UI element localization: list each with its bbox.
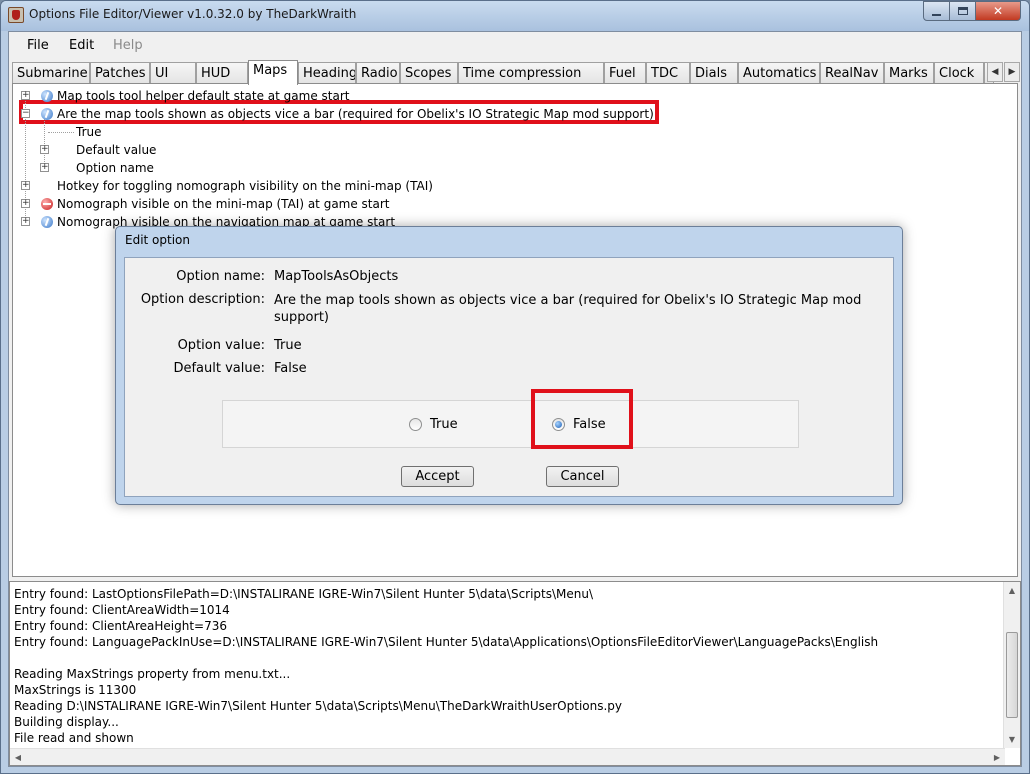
value-radio-group: True False [222, 389, 799, 449]
highlight-box-false [531, 389, 633, 449]
maximize-button[interactable] [949, 1, 976, 21]
log-line: Building display... [14, 715, 119, 729]
info-icon [41, 108, 53, 120]
tab-scopes[interactable]: Scopes [400, 62, 458, 84]
tree-expander-icon[interactable]: + [21, 217, 30, 226]
log-line: Reading MaxStrings property from menu.tx… [14, 667, 291, 681]
tab-scroll-right-button[interactable]: ▶ [1004, 62, 1020, 82]
info-icon [41, 216, 53, 228]
warning-icon [41, 198, 53, 210]
menu-help[interactable]: Help [113, 38, 143, 53]
tree-item[interactable]: Option name [76, 159, 154, 177]
tab-patches[interactable]: Patches [90, 62, 150, 84]
minimize-button[interactable] [923, 1, 950, 21]
log-line: File read and shown [14, 731, 134, 745]
dialog-title: Edit option [125, 233, 190, 247]
tree-expander-icon[interactable]: + [40, 163, 49, 172]
option-name-label: Option name: [176, 269, 265, 284]
tree-item[interactable]: Are the map tools shown as objects vice … [57, 105, 654, 123]
close-icon: ✕ [992, 4, 1004, 18]
tree-item[interactable]: Nomograph visible on the mini-map (TAI) … [57, 195, 390, 213]
scroll-right-icon[interactable]: ▶ [989, 749, 1005, 765]
tab-radio[interactable]: Radio [356, 62, 400, 84]
menu-file[interactable]: File [27, 38, 49, 53]
chevron-left-icon: ◀ [991, 67, 999, 77]
log-line: MaxStrings is 11300 [14, 683, 137, 697]
tab-scroll-left-button[interactable]: ◀ [987, 62, 1003, 82]
radio-true-label: True [430, 417, 458, 432]
menu-edit[interactable]: Edit [69, 38, 94, 53]
tree-item[interactable]: Default value [76, 141, 156, 159]
maximize-icon [957, 7, 968, 15]
application-window: Options File Editor/Viewer v1.0.32.0 by … [0, 0, 1030, 774]
tab-strip: SClockMarksRealNavAutomaticsDialsTDCFuel… [9, 60, 1021, 85]
log-line: Entry found: ClientAreaWidth=1014 [14, 603, 230, 617]
tab-automatics[interactable]: Automatics [738, 62, 820, 84]
default-value: False [274, 361, 307, 376]
tree-expander-icon[interactable]: + [21, 91, 30, 100]
tree-expander-icon[interactable]: + [21, 181, 30, 190]
tab-time-compression[interactable]: Time compression [458, 62, 604, 84]
app-icon [8, 7, 24, 23]
radio-true[interactable]: True [409, 417, 458, 432]
menu-bar: File Edit Help [9, 32, 1021, 60]
chevron-right-icon: ▶ [1008, 67, 1016, 77]
log-line: Entry found: ClientAreaHeight=736 [14, 619, 227, 633]
tab-dials[interactable]: Dials [690, 62, 738, 84]
scroll-down-icon[interactable]: ▼ [1004, 731, 1020, 748]
info-icon [41, 90, 53, 102]
option-value: True [274, 338, 302, 353]
scroll-left-icon[interactable]: ◀ [10, 749, 26, 765]
tree-expander-icon[interactable]: + [40, 145, 49, 154]
log-vertical-scrollbar[interactable]: ▲ ▼ [1003, 582, 1020, 748]
tree-expander-icon[interactable]: − [21, 109, 30, 118]
tab-realnav[interactable]: RealNav [820, 62, 884, 84]
option-description-label: Option description: [140, 292, 265, 307]
tree-expander-icon[interactable]: + [21, 199, 30, 208]
scroll-up-icon[interactable]: ▲ [1004, 582, 1020, 599]
tab-heading[interactable]: Heading [298, 62, 356, 84]
log-line: Reading D:\INSTALIRANE IGRE-Win7\Silent … [14, 699, 623, 713]
accept-button[interactable]: Accept [401, 466, 474, 487]
tab-marks[interactable]: Marks [884, 62, 934, 84]
log-line: Entry found: LanguagePackInUse=D:\INSTAL… [14, 635, 879, 649]
title-bar[interactable]: Options File Editor/Viewer v1.0.32.0 by … [1, 1, 1029, 31]
close-button[interactable]: ✕ [975, 1, 1021, 21]
option-value-label: Option value: [177, 338, 265, 353]
log-horizontal-scrollbar[interactable]: ◀ ▶ [10, 748, 1005, 765]
tab-fuel[interactable]: Fuel [604, 62, 646, 84]
radio-true-indicator[interactable] [409, 418, 422, 431]
tab-hud[interactable]: HUD [196, 62, 248, 84]
tab-clock[interactable]: Clock [934, 62, 984, 84]
scroll-thumb[interactable] [1006, 632, 1018, 718]
tab-maps[interactable]: Maps [248, 60, 298, 85]
cancel-button[interactable]: Cancel [546, 466, 619, 487]
option-name-value: MapToolsAsObjects [274, 269, 399, 284]
tab-submarine[interactable]: Submarine [12, 62, 90, 84]
dialog-body: Option name: MapToolsAsObjects Option de… [124, 257, 894, 497]
tab-tdc[interactable]: TDC [646, 62, 690, 84]
tree-item[interactable]: Hotkey for toggling nomograph visibility… [57, 177, 433, 195]
log-output[interactable]: File read and shown Building display... Re… [9, 581, 1021, 766]
tab-ui[interactable]: UI [150, 62, 196, 84]
minimize-icon [932, 14, 941, 16]
option-description-value: Are the map tools shown as objects vice … [274, 293, 862, 325]
tree-item[interactable]: True [76, 123, 102, 141]
tree-item[interactable]: Map tools tool helper default state at g… [57, 87, 349, 105]
default-value-label: Default value: [173, 361, 265, 376]
edit-option-dialog: Edit option Option name: MapToolsAsObjec… [115, 226, 903, 505]
window-title: Options File Editor/Viewer v1.0.32.0 by … [29, 7, 357, 21]
log-line: Entry found: LastOptionsFilePath=D:\INST… [14, 587, 594, 601]
